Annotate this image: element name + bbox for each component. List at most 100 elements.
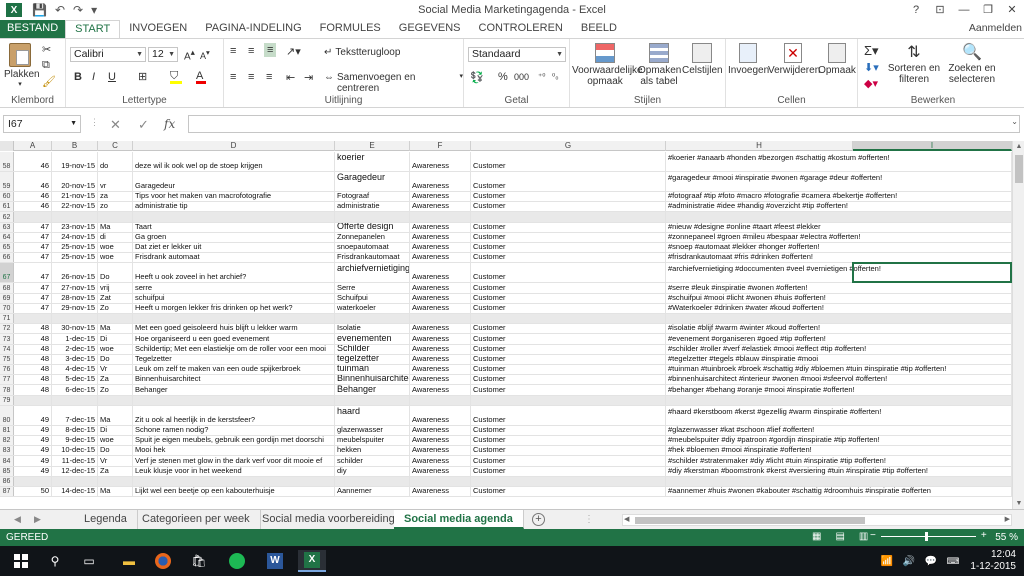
cell-d[interactable]: Heeft u ook zoveel in het archief? — [133, 263, 335, 283]
enter-icon[interactable]: ✓ — [138, 117, 149, 133]
cell-a[interactable]: 46 — [14, 202, 52, 212]
cell-a[interactable]: 48 — [14, 375, 52, 385]
cell-f[interactable]: Awareness — [410, 344, 471, 354]
cell-a[interactable] — [14, 395, 52, 405]
align-left-icon[interactable]: ≡ — [230, 71, 236, 83]
cell-b[interactable]: 4-dec-15 — [52, 365, 98, 375]
cell-h[interactable]: #isolatie #blijf #warm #winter #koud #of… — [666, 324, 1012, 334]
file-explorer-icon[interactable]: ▬ — [118, 550, 140, 572]
cell-d[interactable]: Taart — [133, 222, 335, 232]
orientation-icon[interactable]: ↗▾ — [286, 45, 301, 58]
column-header[interactable]: G — [471, 141, 666, 151]
cell-b[interactable]: 21-nov-15 — [52, 192, 98, 202]
row-header[interactable]: 86 — [0, 476, 14, 486]
horizontal-scrollbar[interactable]: ◀ ▶ — [622, 514, 1012, 526]
cell-h[interactable]: #Waterkoeler #drinken #water #koud #offe… — [666, 303, 1012, 313]
row-header[interactable]: 75 — [0, 354, 14, 364]
cell-g[interactable]: Customer — [471, 365, 666, 375]
cell-d[interactable]: Schildertip; Met een elastiekje om de ro… — [133, 344, 335, 354]
cell-c[interactable]: Do — [98, 354, 133, 364]
cell-e[interactable]: schilder — [335, 456, 410, 466]
cell-a[interactable]: 47 — [14, 263, 52, 283]
cell-c[interactable]: Ma — [98, 324, 133, 334]
scroll-down-icon[interactable]: ▼ — [1013, 500, 1024, 507]
cell-c[interactable]: do — [98, 152, 133, 171]
fill-color-icon[interactable]: ⛉ — [170, 70, 182, 84]
cell-d[interactable] — [133, 395, 335, 405]
scroll-up-icon[interactable]: ▲ — [1013, 143, 1024, 150]
cell-g[interactable]: Customer — [471, 487, 666, 497]
cell-e[interactable]: Serre — [335, 283, 410, 293]
cell-f[interactable] — [410, 314, 471, 324]
comma-style-icon[interactable]: 000 — [514, 72, 529, 82]
row-header[interactable]: 66 — [0, 253, 14, 263]
column-header[interactable]: F — [410, 141, 471, 151]
cell-f[interactable]: Awareness — [410, 202, 471, 212]
cell-e[interactable]: Offerte design — [335, 222, 410, 232]
row-header[interactable]: 64 — [0, 232, 14, 242]
row-header[interactable]: 62 — [0, 212, 14, 222]
normal-view-icon[interactable]: ▦ — [812, 531, 821, 542]
cell-d[interactable]: Spuit je eigen meubels, gebruik een gord… — [133, 436, 335, 446]
cell-d[interactable] — [133, 476, 335, 486]
bold-icon[interactable]: B — [74, 71, 82, 83]
cell-f[interactable]: Awareness — [410, 436, 471, 446]
tab-file[interactable]: BESTAND — [0, 20, 66, 38]
cell-h[interactable]: #behanger #behang #oranje #mooi #inspira… — [666, 385, 1012, 395]
cell-g[interactable]: Customer — [471, 456, 666, 466]
cell-f[interactable]: Awareness — [410, 487, 471, 497]
cell-c[interactable]: zo — [98, 202, 133, 212]
sheet-tab-legenda[interactable]: Legenda — [74, 510, 138, 529]
cell-b[interactable] — [52, 476, 98, 486]
sheet-tab-categorieen-per-week[interactable]: Categorieen per week — [132, 510, 261, 529]
cell-g[interactable]: Customer — [471, 344, 666, 354]
cell-d[interactable]: administratie tip — [133, 202, 335, 212]
row-header[interactable]: 84 — [0, 456, 14, 466]
cell-a[interactable]: 48 — [14, 324, 52, 334]
increase-indent-icon[interactable]: ⇥ — [304, 71, 313, 84]
cell-h[interactable]: #tegelzetter #tegels #blauw #inspiratie … — [666, 354, 1012, 364]
cell-c[interactable]: Do — [98, 446, 133, 456]
cell-f[interactable]: Awareness — [410, 192, 471, 202]
row-header[interactable]: 58 — [0, 152, 14, 171]
cell-f[interactable]: Awareness — [410, 375, 471, 385]
cell-b[interactable]: 28-nov-15 — [52, 293, 98, 303]
cell-a[interactable]: 49 — [14, 405, 52, 425]
clear-icon[interactable]: ◆▾ — [864, 77, 878, 90]
column-header[interactable]: C — [98, 141, 133, 151]
cell-g[interactable]: Customer — [471, 172, 666, 191]
cell-b[interactable]: 22-nov-15 — [52, 202, 98, 212]
volume-icon[interactable]: 🔊 — [898, 550, 920, 572]
cell-f[interactable]: Awareness — [410, 263, 471, 283]
cell-a[interactable]: 48 — [14, 365, 52, 375]
row-header[interactable]: 61 — [0, 202, 14, 212]
scroll-right-icon[interactable]: ▶ — [1005, 515, 1010, 523]
row-header[interactable]: 59 — [0, 172, 14, 191]
cell-a[interactable]: 47 — [14, 232, 52, 242]
row-header[interactable]: 80 — [0, 405, 14, 425]
expand-formula-bar-icon[interactable]: ⌄ — [1011, 117, 1018, 126]
minimize-button[interactable]: — — [952, 0, 976, 20]
format-painter-icon[interactable]: 🖌 — [42, 75, 56, 88]
cell-f[interactable]: Awareness — [410, 324, 471, 334]
cell-f[interactable]: Awareness — [410, 354, 471, 364]
cell-c[interactable]: di — [98, 232, 133, 242]
cell-g[interactable]: Customer — [471, 152, 666, 171]
cell-b[interactable]: 29-nov-15 — [52, 303, 98, 313]
cell-c[interactable]: woe — [98, 344, 133, 354]
cell-c[interactable] — [98, 476, 133, 486]
cell-c[interactable]: Vr — [98, 456, 133, 466]
sort-filter-button[interactable]: ⇅ Sorteren en filteren — [886, 43, 942, 85]
cell-c[interactable]: Za — [98, 375, 133, 385]
cell-a[interactable]: 47 — [14, 283, 52, 293]
tab-pagina-indeling[interactable]: PAGINA-INDELING — [196, 20, 310, 38]
cell-h[interactable] — [666, 395, 1012, 405]
row-header[interactable]: 85 — [0, 466, 14, 476]
selected-cell[interactable] — [852, 262, 1012, 284]
sheet-next-icon[interactable]: ▶ — [34, 514, 41, 525]
cell-h[interactable] — [666, 212, 1012, 222]
cell-e[interactable] — [335, 212, 410, 222]
insert-cells-button[interactable]: Invoegen — [728, 43, 769, 76]
cell-b[interactable]: 20-nov-15 — [52, 172, 98, 191]
cell-e[interactable]: archiefvernietiging — [335, 263, 410, 283]
